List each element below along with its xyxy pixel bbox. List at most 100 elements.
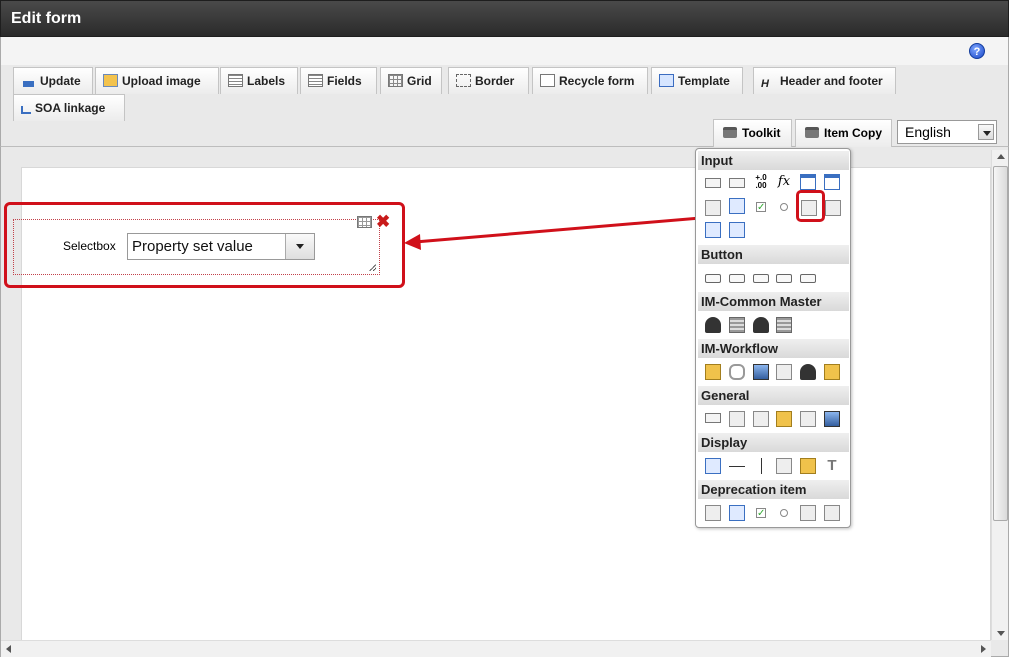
scroll-left-icon[interactable] — [6, 645, 11, 653]
section-button[interactable]: Button — [698, 245, 849, 264]
section-general[interactable]: General — [698, 386, 849, 405]
back-button-icon[interactable] — [753, 274, 769, 283]
deprecated-selectbox-icon[interactable] — [800, 505, 816, 521]
properties-grid-icon[interactable] — [357, 216, 372, 228]
approver-icon[interactable] — [800, 364, 816, 380]
key-icon[interactable] — [776, 411, 792, 427]
vertical-scrollbar[interactable] — [991, 150, 1008, 640]
text-icon[interactable]: T — [824, 458, 840, 474]
listbox-icon[interactable] — [825, 200, 841, 216]
upload-image-label: Upload image — [122, 74, 201, 88]
scroll-down-icon[interactable] — [997, 631, 1005, 636]
vertical-line-icon[interactable] — [761, 458, 762, 474]
toolkit-icon — [723, 127, 737, 138]
soa-linkage-button[interactable]: SOA linkage — [13, 94, 125, 121]
number-icon[interactable]: +.0 .00 — [753, 174, 769, 190]
submit-button-icon[interactable] — [705, 274, 721, 283]
selectbox-tool-highlight — [796, 190, 825, 222]
labels-button[interactable]: Labels — [220, 67, 298, 94]
recycle-form-label: Recycle form — [559, 74, 635, 88]
textbox-label-icon[interactable] — [729, 178, 745, 188]
update-button[interactable]: Update — [13, 67, 93, 94]
selectbox-field[interactable]: Property set value — [127, 233, 315, 260]
resize-handle-icon[interactable] — [369, 264, 376, 271]
box-icon[interactable] — [776, 458, 792, 474]
formula-icon[interactable]: fx — [776, 174, 792, 190]
chevron-down-icon[interactable] — [285, 234, 314, 259]
forward-button-icon[interactable] — [800, 274, 816, 283]
frame-icon[interactable] — [800, 411, 816, 427]
toolbar: Update Upload image Labels Fields Grid B… — [0, 65, 1009, 147]
section-im-common-master[interactable]: IM-Common Master — [698, 292, 849, 311]
header-footer-label: Header and footer — [780, 74, 883, 88]
upload-image-icon — [103, 74, 118, 87]
border-button[interactable]: Border — [448, 67, 529, 94]
attachment-icon[interactable] — [729, 364, 745, 380]
upload-image-button[interactable]: Upload image — [95, 67, 219, 94]
toolkit-button[interactable]: Toolkit — [713, 119, 792, 147]
stamp-icon[interactable] — [824, 364, 840, 380]
table-icon[interactable] — [729, 222, 745, 238]
file-upload-icon[interactable] — [705, 222, 721, 238]
section-display[interactable]: Display — [698, 433, 849, 452]
search-field-icon[interactable] — [705, 200, 721, 216]
organization-icon[interactable] — [753, 317, 769, 333]
fields-icon — [308, 74, 323, 87]
chevron-down-icon[interactable] — [978, 124, 994, 140]
update-icon — [21, 81, 36, 87]
section-input[interactable]: Input — [698, 151, 849, 170]
scroll-right-icon[interactable] — [981, 645, 986, 653]
scroll-up-icon[interactable] — [997, 154, 1005, 159]
item-copy-button[interactable]: Item Copy — [795, 119, 892, 147]
label-display-icon[interactable] — [705, 458, 721, 474]
department-icon[interactable] — [776, 317, 792, 333]
radio-icon[interactable] — [780, 203, 788, 211]
delete-item-icon[interactable]: ✖ — [376, 213, 390, 230]
language-select[interactable]: English — [897, 120, 997, 144]
company-icon[interactable] — [729, 317, 745, 333]
language-value: English — [905, 124, 951, 140]
history-icon[interactable] — [776, 364, 792, 380]
fields-button[interactable]: Fields — [300, 67, 377, 94]
grid-icon — [388, 74, 403, 87]
soa-linkage-label: SOA linkage — [35, 101, 106, 115]
card-icon[interactable] — [824, 411, 840, 427]
picture-icon[interactable] — [800, 458, 816, 474]
border-icon — [456, 74, 471, 87]
recycle-form-button[interactable]: Recycle form — [532, 67, 648, 94]
deprecated-search-icon[interactable] — [705, 505, 721, 521]
deprecated-checkbox-icon[interactable]: ✓ — [756, 508, 766, 519]
next-button-icon[interactable] — [729, 274, 745, 283]
return-button-icon[interactable] — [776, 274, 792, 283]
document-icon[interactable] — [729, 411, 745, 427]
toolkit-label: Toolkit — [742, 126, 781, 140]
checkbox-icon[interactable]: ✓ — [756, 202, 766, 213]
calendar-range-icon[interactable] — [824, 174, 840, 190]
deprecated-radio-icon[interactable] — [780, 509, 788, 517]
template-button[interactable]: Template — [651, 67, 743, 94]
deprecated-table-icon[interactable] — [729, 505, 745, 521]
toolbox-palette: Input +.0 .00 fx ✓ Button IM-Common Mast… — [695, 148, 851, 528]
camera-icon[interactable] — [753, 411, 769, 427]
textarea-icon[interactable] — [729, 198, 745, 214]
section-deprecation-item[interactable]: Deprecation item — [698, 480, 849, 499]
help-icon[interactable]: ? — [969, 43, 985, 59]
grid-button[interactable]: Grid — [380, 67, 442, 94]
horizontal-scrollbar[interactable] — [1, 640, 991, 657]
textbox-icon[interactable] — [705, 178, 721, 188]
section-im-workflow[interactable]: IM-Workflow — [698, 339, 849, 358]
user-icon[interactable] — [705, 317, 721, 333]
soa-linkage-icon — [21, 106, 31, 114]
image-icon[interactable] — [753, 364, 769, 380]
header-footer-button[interactable]: H Header and footer — [753, 67, 896, 94]
selectbox-label: Selectbox — [63, 239, 116, 253]
selectbox-form-item[interactable]: Selectbox Property set value ✖ — [13, 213, 390, 275]
calendar-icon[interactable] — [800, 174, 816, 190]
recycle-form-icon — [540, 74, 555, 87]
deprecated-listbox-icon[interactable] — [824, 505, 840, 521]
clipboard-icon[interactable] — [705, 364, 721, 380]
scroll-thumb[interactable] — [993, 166, 1008, 521]
title-bar: Edit form — [0, 0, 1009, 37]
hidden-field-icon[interactable] — [705, 413, 721, 423]
horizontal-line-icon[interactable] — [729, 466, 745, 467]
